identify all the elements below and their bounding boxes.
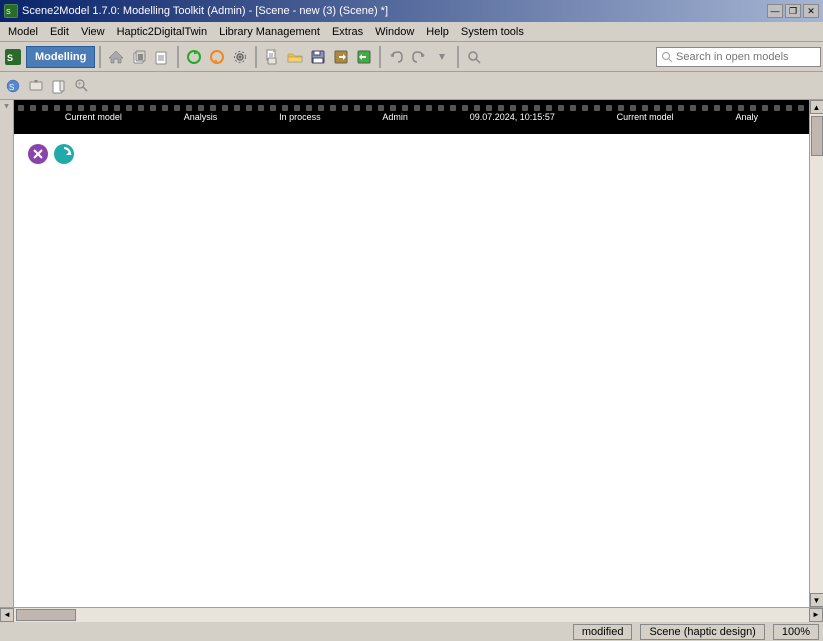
menu-window[interactable]: Window [369, 24, 420, 40]
t2-icon4-button[interactable]: + [71, 75, 93, 97]
redo-button[interactable] [408, 46, 430, 68]
film-label-analysis: Analysis [184, 112, 218, 122]
purple-circle-button[interactable] [28, 144, 48, 164]
menu-extras[interactable]: Extras [326, 24, 369, 40]
arrow-down-button[interactable] [431, 46, 453, 68]
save-button[interactable] [307, 46, 329, 68]
scroll-up-button[interactable]: ▲ [810, 100, 823, 114]
app-icon: S [4, 4, 18, 18]
title-bar: S Scene2Model 1.7.0: Modelling Toolkit (… [0, 0, 823, 22]
film-label-datetime: 09.07.2024, 10:15:57 [470, 112, 555, 122]
main-wrapper: ▲ [0, 100, 823, 621]
right-scrollbar: ▲ ▼ [809, 100, 823, 607]
scroll-right-button[interactable]: ► [809, 608, 823, 622]
status-bar: modified Scene (haptic design) 100% [0, 621, 823, 641]
minimize-button[interactable]: — [767, 4, 783, 18]
gear-button[interactable] [229, 46, 251, 68]
bottom-scrollbar: ◄ ► [0, 607, 823, 621]
home-button[interactable] [105, 46, 127, 68]
film-label-current-model: Current model [65, 112, 122, 122]
open-folder-button[interactable] [284, 46, 306, 68]
menu-haptic2digitaltwin[interactable]: Haptic2DigitalTwin [111, 24, 213, 40]
zoom-status: 100% [773, 624, 819, 640]
toolbar2-group: S + [2, 75, 93, 97]
toolbar-sep-2 [177, 46, 179, 68]
restore-button[interactable]: ❐ [785, 4, 801, 18]
toolbar-nav2-group [385, 46, 453, 68]
toolbar-sep-3 [255, 46, 257, 68]
scroll-track[interactable] [810, 114, 823, 593]
menu-library-management[interactable]: Library Management [213, 24, 326, 40]
copy-button[interactable] [128, 46, 150, 68]
svg-text:S: S [7, 53, 13, 63]
film-label-in-process: In process [279, 112, 321, 122]
toolbar-nav-group [105, 46, 173, 68]
title-bar-left: S Scene2Model 1.7.0: Modelling Toolkit (… [4, 4, 388, 18]
toolbar-refresh-group [183, 46, 251, 68]
search-box[interactable] [656, 47, 821, 67]
scroll-down-button[interactable]: ▼ [810, 593, 823, 607]
menu-model[interactable]: Model [2, 24, 44, 40]
toolbar-1: S Modelling [0, 42, 823, 72]
undo-button[interactable] [385, 46, 407, 68]
page-icon-button[interactable] [261, 46, 283, 68]
export-button[interactable] [330, 46, 352, 68]
hscroll-track[interactable] [14, 608, 809, 622]
film-strip: Current model Analysis In process Admin … [14, 100, 809, 134]
t2-icon2-button[interactable] [25, 75, 47, 97]
toolbar-2: S + [0, 72, 823, 100]
window-title: Scene2Model 1.7.0: Modelling Toolkit (Ad… [22, 5, 388, 17]
menu-bar: Model Edit View Haptic2DigitalTwin Libra… [0, 22, 823, 42]
modelling-button[interactable]: Modelling [26, 46, 95, 68]
t2-icon3-button[interactable] [48, 75, 70, 97]
scroll-left-button[interactable]: ◄ [0, 608, 14, 622]
close-button[interactable]: ✕ [803, 4, 819, 18]
film-labels: Current model Analysis In process Admin … [14, 100, 809, 134]
toolbar-sep-4 [379, 46, 381, 68]
menu-view[interactable]: View [75, 24, 111, 40]
film-label-analy: Analy [735, 112, 758, 122]
scroll-thumb[interactable] [811, 116, 823, 156]
search-input[interactable] [676, 51, 816, 63]
t2-icon1-button[interactable]: S [2, 75, 24, 97]
canvas-container: Current model Analysis In process Admin … [14, 100, 809, 607]
left-panel: ▲ [0, 100, 14, 607]
menu-edit[interactable]: Edit [44, 24, 75, 40]
left-bar-scroll-up[interactable]: ▲ [2, 102, 11, 111]
title-controls[interactable]: — ❐ ✕ [767, 4, 819, 18]
svg-text:+: + [78, 82, 82, 88]
menu-help[interactable]: Help [420, 24, 455, 40]
canvas-icons [28, 144, 74, 164]
modified-status: modified [573, 624, 633, 640]
main-area: ▲ [0, 100, 823, 607]
toolbar-file-group [261, 46, 375, 68]
scene-status: Scene (haptic design) [640, 624, 764, 640]
import-button[interactable] [353, 46, 375, 68]
menu-system-tools[interactable]: System tools [455, 24, 530, 40]
toolbar-sep-5 [457, 46, 459, 68]
teal-circle-button[interactable] [54, 144, 74, 164]
toolbar-sep-1 [99, 46, 101, 68]
search-magnifier-button[interactable] [463, 46, 485, 68]
pages-button[interactable] [151, 46, 173, 68]
refresh-green-button[interactable] [183, 46, 205, 68]
svg-text:S: S [9, 83, 14, 92]
svg-text:S: S [6, 9, 11, 16]
hscroll-thumb[interactable] [16, 609, 76, 621]
film-label-admin: Admin [382, 112, 408, 122]
app-toolbar-icon[interactable]: S [2, 46, 24, 68]
refresh-orange-button[interactable] [206, 46, 228, 68]
canvas-body [14, 134, 809, 607]
film-label-current-model2: Current model [617, 112, 674, 122]
